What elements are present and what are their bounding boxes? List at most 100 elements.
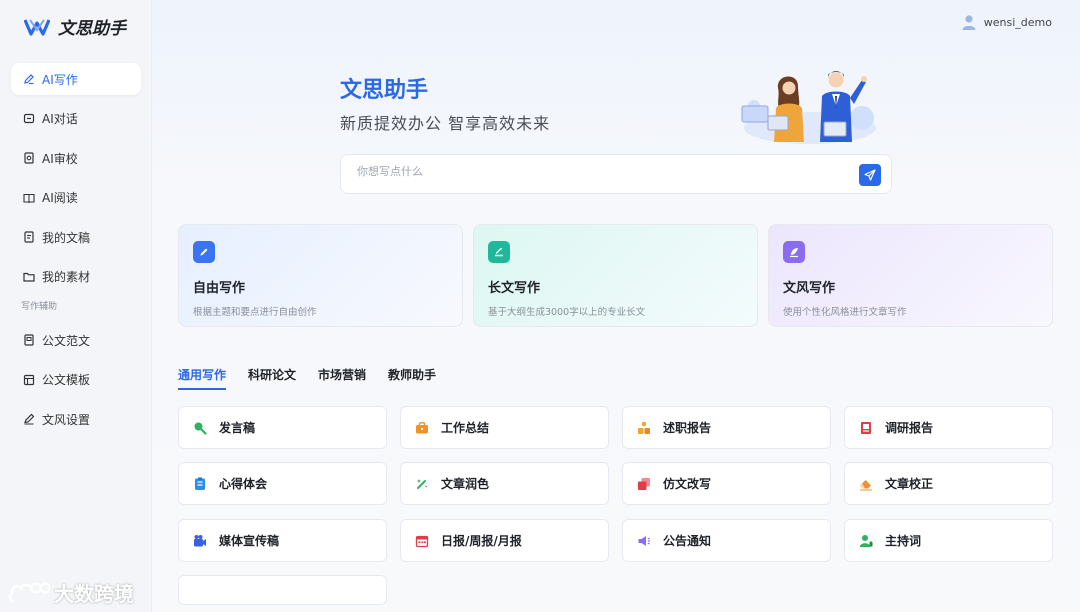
username: wensi_demo xyxy=(983,15,1052,29)
hero-illustration xyxy=(741,71,876,144)
sidebar-item-official-samples[interactable]: 公文范文 xyxy=(11,324,141,356)
template-icon xyxy=(23,374,35,385)
sidebar-item-ai-review[interactable]: AI审校 xyxy=(11,142,141,174)
tab-teacher-assistant[interactable]: 教师助手 xyxy=(388,366,436,390)
card-title: 长文写作 xyxy=(488,281,541,296)
tile-partial[interactable] xyxy=(178,575,387,605)
long-writing-icon xyxy=(488,241,510,263)
send-icon xyxy=(864,169,876,181)
watermark-logo-icon xyxy=(9,581,50,603)
camera-icon xyxy=(193,534,207,548)
sidebar-item-style-settings[interactable]: 文风设置 xyxy=(11,403,141,435)
tab-general-writing[interactable]: 通用写作 xyxy=(178,366,227,390)
copy-icon xyxy=(637,477,651,491)
file-icon xyxy=(24,334,34,346)
card-title: 自由写作 xyxy=(193,281,246,296)
report-icon xyxy=(859,421,873,435)
sidebar-item-label: 我的文稿 xyxy=(42,230,91,245)
style-writing-icon xyxy=(783,241,805,263)
sidebar-item-my-drafts[interactable]: 我的文稿 xyxy=(11,221,141,253)
sidebar-item-label: 我的素材 xyxy=(42,270,91,284)
tile-label: 心得体会 xyxy=(219,477,268,491)
sidebar-nav: AI写作 AI对话 AI审校 AI阅读 我的文稿 我的素材 写作辅助 公文范文 xyxy=(11,63,141,443)
tile-label: 主持词 xyxy=(885,534,922,548)
tile-label: 工作总结 xyxy=(441,421,490,435)
tile-label: 仿文改写 xyxy=(663,477,712,491)
tile-label: 日报/周报/月报 xyxy=(441,534,522,548)
sidebar-item-label: AI写作 xyxy=(42,72,78,87)
search-box xyxy=(340,154,892,194)
tile-label: 文章校正 xyxy=(885,477,934,491)
card-description: 使用个性化风格进行文章写作 xyxy=(783,307,907,318)
card-title: 文风写作 xyxy=(783,281,836,296)
writing-mode-cards: 自由写作 根据主题和要点进行自由创作 长文写作 基于大纲生成3000字以上的专业… xyxy=(178,224,1054,327)
sidebar-item-label: 公文范文 xyxy=(42,333,91,348)
sidebar-item-label: AI审校 xyxy=(42,151,78,166)
megaphone-icon xyxy=(637,534,651,548)
tile-speech[interactable]: 发言稿 xyxy=(178,406,387,449)
logo-icon xyxy=(24,18,50,36)
tile-label: 文章润色 xyxy=(441,477,490,491)
card-description: 根据主题和要点进行自由创作 xyxy=(193,307,317,318)
sidebar-item-official-templates[interactable]: 公文模板 xyxy=(11,364,141,396)
category-tabs: 通用写作 科研论文 市场营销 教师助手 xyxy=(178,366,436,390)
user-menu[interactable]: wensi_demo xyxy=(962,14,1052,30)
tile-label: 述职报告 xyxy=(663,421,712,435)
people-icon xyxy=(637,421,651,435)
eraser-icon xyxy=(859,477,873,491)
tile-periodic-reports[interactable]: 日报/周报/月报 xyxy=(400,519,609,562)
microphone-icon xyxy=(193,421,207,435)
card-long-writing[interactable]: 长文写作 基于大纲生成3000字以上的专业长文 xyxy=(473,224,758,327)
tile-work-summary[interactable]: 工作总结 xyxy=(400,406,609,449)
sidebar: 文思助手 AI写作 AI对话 AI审校 AI阅读 我的文稿 我的素材 写作辅助 xyxy=(0,0,152,612)
sidebar-section-label: 写作辅助 xyxy=(21,302,58,312)
tile-label: 调研报告 xyxy=(885,421,934,435)
user-avatar-icon xyxy=(962,15,976,30)
folder-icon xyxy=(23,272,35,282)
sidebar-item-ai-reading[interactable]: AI阅读 xyxy=(11,182,141,214)
app-logo[interactable]: 文思助手 xyxy=(24,14,126,39)
tab-research-paper[interactable]: 科研论文 xyxy=(248,366,296,390)
card-free-writing[interactable]: 自由写作 根据主题和要点进行自由创作 xyxy=(178,224,463,327)
sidebar-item-my-materials[interactable]: 我的素材 xyxy=(11,261,141,293)
hero-title: 文思助手 xyxy=(340,78,429,103)
tile-host-script[interactable]: 主持词 xyxy=(844,519,1053,562)
tile-duty-report[interactable]: 述职报告 xyxy=(622,406,831,449)
hero-subtitle: 新质提效办公 智享高效未来 xyxy=(340,114,551,133)
search-input[interactable] xyxy=(357,165,837,178)
calendar-icon xyxy=(415,534,429,548)
watermark-text: 大数跨境 xyxy=(54,582,134,606)
send-button[interactable] xyxy=(859,164,881,186)
sidebar-item-ai-chat[interactable]: AI对话 xyxy=(11,103,141,135)
sidebar-item-label: 文风设置 xyxy=(42,412,91,427)
document-icon xyxy=(24,231,34,243)
tab-marketing[interactable]: 市场营销 xyxy=(318,366,366,390)
tile-announcement[interactable]: 公告通知 xyxy=(622,519,831,562)
tile-research-report[interactable]: 调研报告 xyxy=(844,406,1053,449)
card-description: 基于大纲生成3000字以上的专业长文 xyxy=(488,307,646,318)
tile-label: 媒体宣传稿 xyxy=(219,534,280,548)
wand-icon xyxy=(415,477,429,491)
chat-icon xyxy=(23,113,35,123)
main-content: wensi_demo 文思助手 新质提效办公 智享高效未来 自由 xyxy=(152,0,1080,612)
tile-label: 公告通知 xyxy=(663,534,712,548)
briefcase-icon xyxy=(415,421,429,435)
tile-reflections[interactable]: 心得体会 xyxy=(178,462,387,505)
sidebar-item-label: 公文模板 xyxy=(42,373,91,387)
tile-imitate-rewrite[interactable]: 仿文改写 xyxy=(622,462,831,505)
free-writing-icon xyxy=(193,241,215,263)
style-icon xyxy=(24,413,35,425)
review-icon xyxy=(24,152,34,164)
sidebar-item-label: AI阅读 xyxy=(42,191,78,205)
card-style-writing[interactable]: 文风写作 使用个性化风格进行文章写作 xyxy=(768,224,1053,327)
tile-polish[interactable]: 文章润色 xyxy=(400,462,609,505)
tile-proofreading[interactable]: 文章校正 xyxy=(844,462,1053,505)
notebook-icon xyxy=(193,477,207,491)
sidebar-item-label: AI对话 xyxy=(42,112,78,126)
tile-media-release[interactable]: 媒体宣传稿 xyxy=(178,519,387,562)
sidebar-item-ai-writing[interactable]: AI写作 xyxy=(11,63,141,95)
watermark: 大数跨境 xyxy=(8,578,134,607)
host-icon xyxy=(859,534,873,548)
app-name: 文思助手 xyxy=(58,19,126,39)
pen-icon xyxy=(24,74,34,85)
